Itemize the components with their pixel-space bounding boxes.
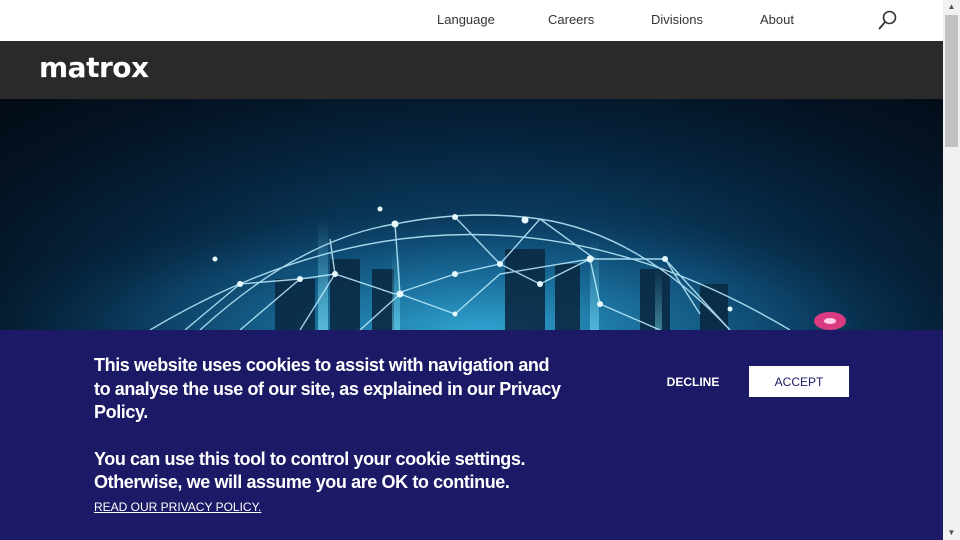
matrox-logo[interactable]: matrox: [39, 54, 149, 82]
up-arrow-icon[interactable]: ▲: [943, 0, 960, 14]
decline-button[interactable]: DECLINE: [654, 366, 732, 397]
vertical-scrollbar[interactable]: ▲ ▼: [943, 0, 960, 540]
privacy-policy-link[interactable]: READ OUR PRIVACY POLICY.: [94, 500, 261, 514]
nav-language-link[interactable]: Language: [437, 12, 495, 27]
cookie-message-primary: This website uses cookies to assist with…: [94, 355, 561, 422]
scrollbar-thumb[interactable]: [945, 15, 958, 147]
hero-image: [0, 99, 943, 330]
nav-careers-link[interactable]: Careers: [548, 12, 594, 27]
down-arrow-icon[interactable]: ▼: [943, 526, 960, 540]
top-navigation: Language Careers Divisions About: [0, 0, 943, 41]
cookie-message: This website uses cookies to assist with…: [94, 354, 564, 495]
search-icon[interactable]: [877, 9, 899, 31]
nav-about-link[interactable]: About: [760, 12, 794, 27]
network-globe-illustration: [0, 99, 943, 330]
nav-divisions-link[interactable]: Divisions: [651, 12, 703, 27]
cookie-message-secondary: You can use this tool to control your co…: [94, 448, 526, 493]
accept-button[interactable]: ACCEPT: [749, 366, 849, 397]
